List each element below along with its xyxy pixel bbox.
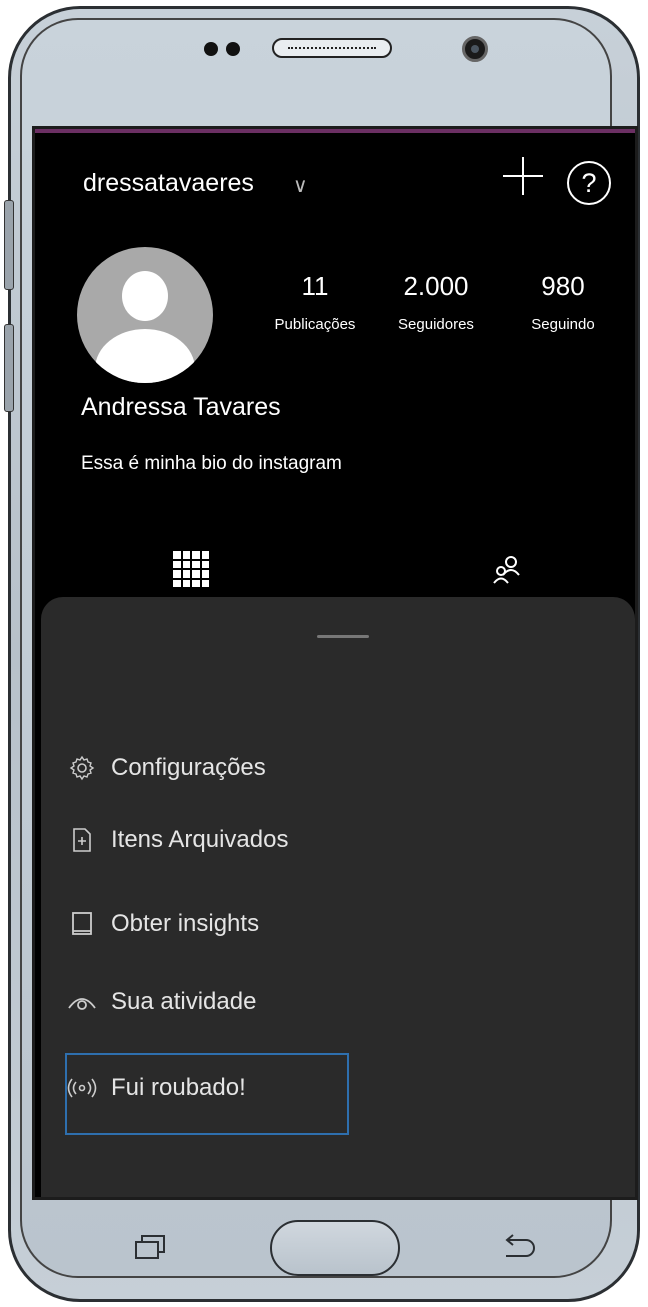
following-label: Seguindo	[531, 316, 595, 333]
avatar[interactable]	[77, 247, 213, 383]
recent-apps-icon[interactable]	[134, 1234, 168, 1260]
sensor-dots	[204, 42, 240, 56]
menu-item-label: Fui roubado!	[111, 1074, 246, 1101]
volume-button	[4, 200, 14, 290]
full-name: Andressa Tavares	[81, 393, 281, 421]
activity-eye-icon	[67, 987, 97, 1017]
status-accent-line	[35, 129, 635, 133]
earpiece-speaker	[272, 38, 392, 58]
stat-followers[interactable]: 2.000 Seguidores	[381, 271, 491, 333]
menu-item-fui-roubado[interactable]: Fui roubado!	[67, 1073, 246, 1103]
archive-file-icon	[67, 825, 97, 855]
menu-item-label: Sua atividade	[111, 988, 257, 1015]
help-icon[interactable]: ?	[567, 161, 611, 205]
menu-item-label: Itens Arquivados	[111, 826, 289, 853]
stat-following[interactable]: 980 Seguindo	[515, 271, 611, 333]
followers-label: Seguidores	[398, 316, 474, 333]
power-button	[4, 324, 14, 412]
gear-icon	[67, 753, 97, 783]
menu-item-label: Obter insights	[111, 910, 260, 937]
insights-icon	[67, 909, 97, 939]
menu-item-label: Configurações	[111, 754, 266, 781]
home-button[interactable]	[270, 1220, 400, 1276]
back-icon[interactable]	[500, 1232, 540, 1260]
posts-label: Publicações	[274, 316, 356, 333]
following-count: 980	[541, 271, 585, 301]
tagged-people-icon[interactable]	[491, 553, 527, 589]
menu-item-obter-insights[interactable]: Obter insights	[67, 909, 259, 939]
app-screen: dressatavaeres ∨ ? 11 Publicações 2.000 …	[32, 126, 638, 1200]
stat-posts[interactable]: 11 Publicações	[261, 271, 369, 333]
front-camera	[462, 36, 488, 62]
grid-icon[interactable]	[173, 551, 209, 587]
menu-item-sua-atividade[interactable]: Sua atividade	[67, 987, 256, 1017]
chevron-down-icon[interactable]: ∨	[293, 173, 308, 197]
menu-item-itens-arquivados[interactable]: Itens Arquivados	[67, 825, 288, 855]
plus-icon[interactable]	[503, 155, 543, 195]
bio-text: Essa é minha bio do instagram	[81, 453, 342, 474]
username[interactable]: dressatavaeres	[83, 169, 254, 198]
bottom-sheet-menu: Configurações Itens Arquivados Obter ins…	[41, 597, 635, 1197]
broadcast-icon	[67, 1073, 97, 1103]
posts-count: 11	[301, 271, 329, 301]
followers-count: 2.000	[403, 271, 469, 301]
menu-item-configuracoes[interactable]: Configurações	[67, 753, 266, 783]
sheet-drag-handle[interactable]	[317, 635, 369, 638]
